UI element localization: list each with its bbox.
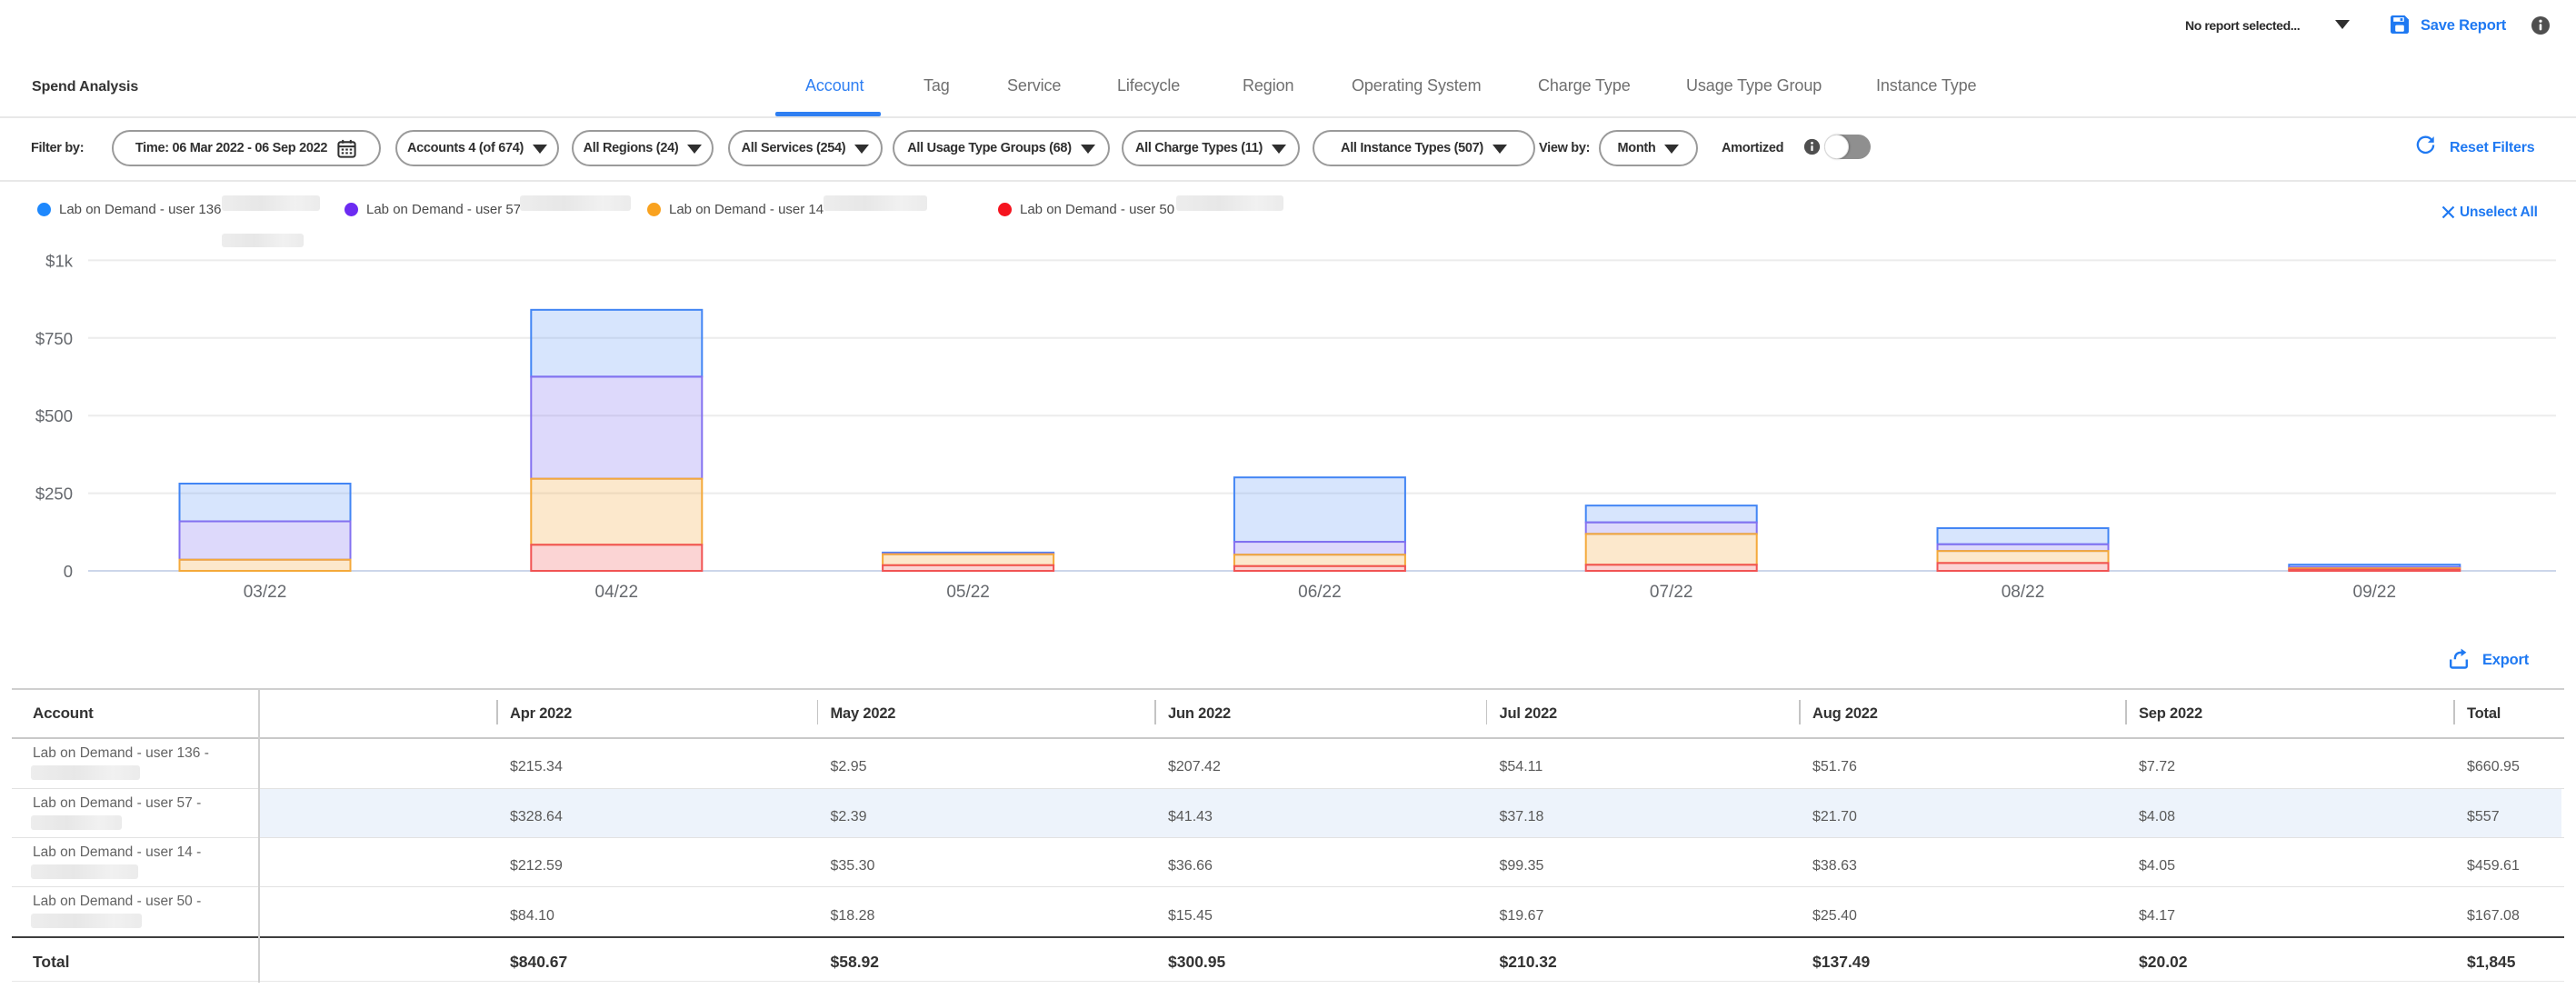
svg-text:$500: $500: [35, 406, 73, 425]
svg-text:07/22: 07/22: [1650, 583, 1693, 602]
svg-text:08/22: 08/22: [2002, 583, 2045, 602]
svg-text:0: 0: [64, 562, 73, 581]
svg-text:03/22: 03/22: [244, 583, 287, 602]
svg-text:$250: $250: [35, 485, 73, 504]
svg-text:09/22: 09/22: [2353, 583, 2397, 602]
svg-text:05/22: 05/22: [946, 583, 990, 602]
svg-text:$1k: $1k: [45, 251, 74, 270]
svg-text:04/22: 04/22: [595, 583, 639, 602]
svg-text:06/22: 06/22: [1298, 583, 1342, 602]
svg-text:$750: $750: [35, 329, 73, 348]
